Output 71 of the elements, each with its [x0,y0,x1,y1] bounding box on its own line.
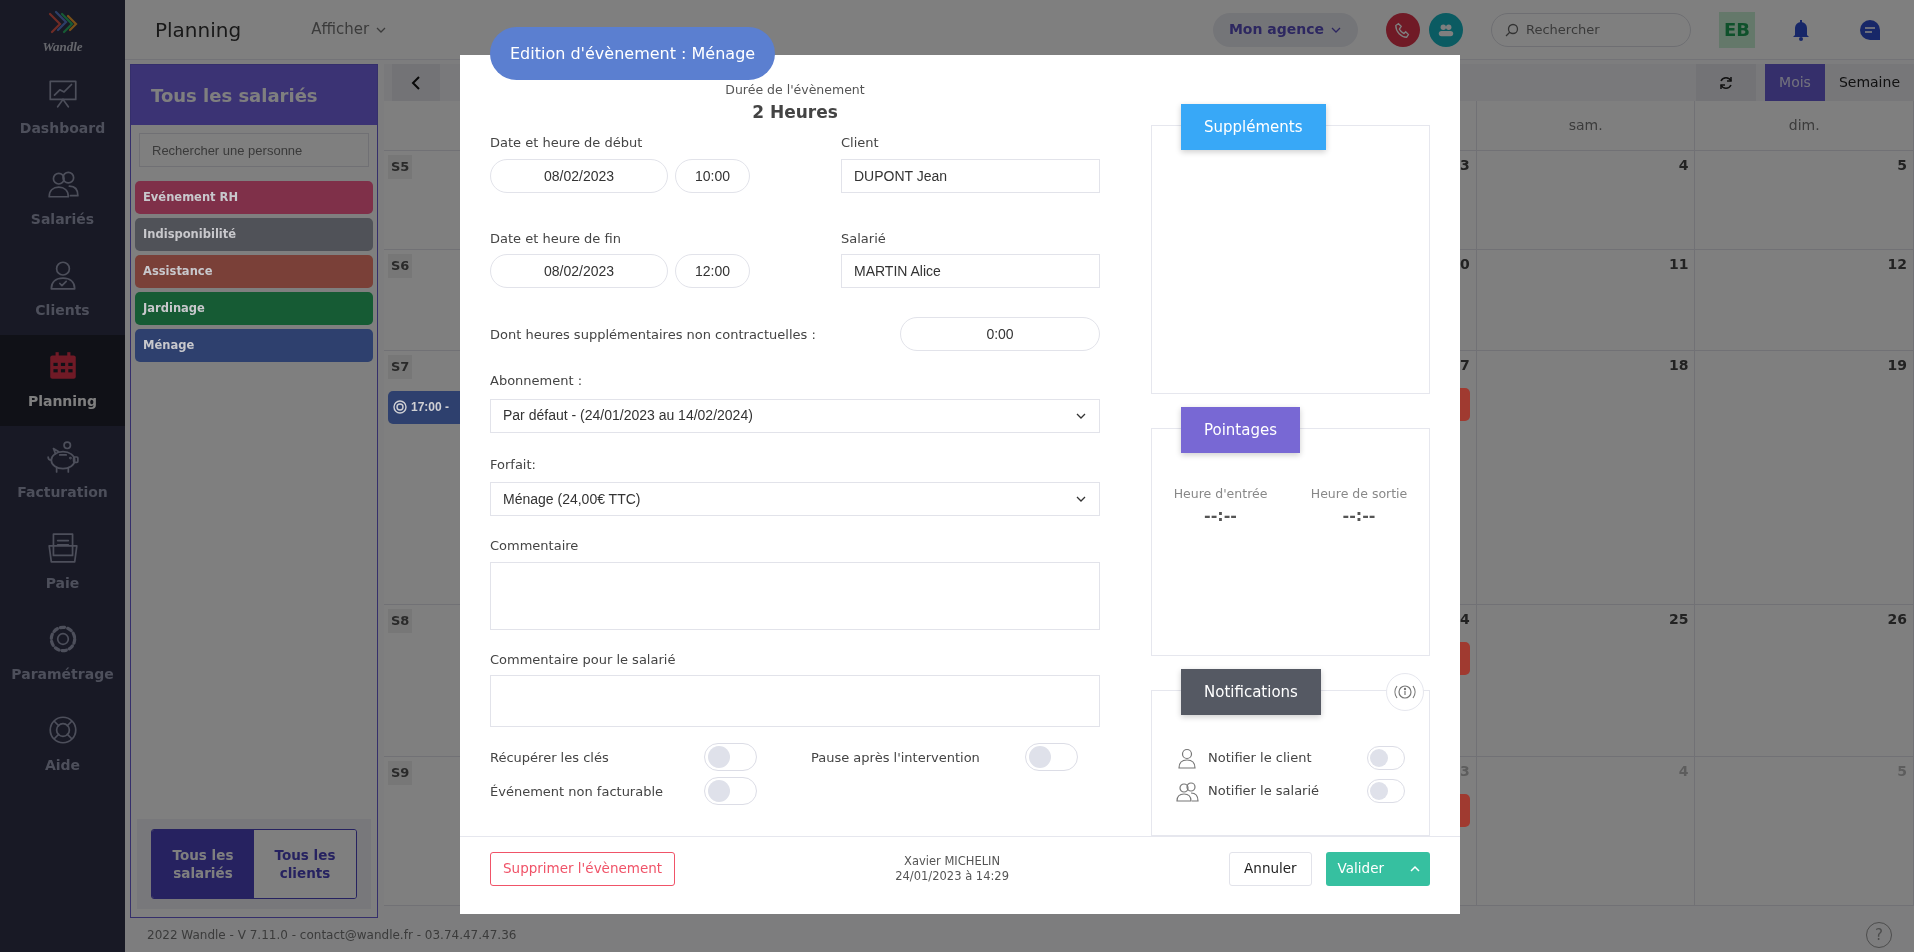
switch-tab[interactable]: Tous les salariés [152,830,254,898]
field-label: Client [841,134,880,153]
field-label: Abonnement : [490,372,584,391]
notification-label: Notifier le salarié [1208,781,1321,800]
toggle-label: Événement non facturable [490,782,665,801]
text-field[interactable]: MARTIN Alice [841,254,1100,289]
field-label: Date et heure de fin [490,229,622,248]
day-number: 11 [1667,255,1689,274]
clock-value: --:-- [1203,504,1238,527]
field-label: Commentaire [490,537,580,556]
field-label: Salarié [841,229,887,248]
week-label: S6 [388,254,413,278]
day-number: 18 [1667,356,1689,375]
agency-menu[interactable]: Mon agence [1212,12,1358,47]
select-field[interactable]: Par défaut - (24/01/2023 au 14/02/2024) [490,398,1100,433]
day-number: 3 [1459,156,1470,175]
time-field[interactable]: 12:00 [675,254,750,289]
week-label: S9 [388,761,413,785]
date-field[interactable]: 08/02/2023 [490,254,668,289]
day-number: 12 [1886,255,1907,274]
day-number: 7 [1459,356,1470,375]
nav-item[interactable]: Planning [0,335,125,426]
field-label: Forfait: [490,455,537,474]
category-item[interactable]: Jardinage [135,292,373,325]
day-number: 19 [1886,356,1907,375]
duration-label: Durée de l'évènement [724,81,866,99]
switch-tab[interactable]: Tous les clients [254,830,356,898]
time-field[interactable]: 10:00 [675,158,750,193]
cancel-button[interactable]: Annuler [1229,851,1312,886]
field-label: Date et heure de début [490,134,644,153]
view-tab[interactable]: Mois [1765,64,1825,101]
day-number: 25 [1667,610,1689,629]
clock-label: Heure de sortie [1310,485,1408,503]
logo-text: Wandle [42,39,83,53]
day-header: dim. [1695,101,1914,151]
clock-value: --:-- [1341,504,1377,527]
toggle-label: Pause après l'intervention [811,748,981,767]
submit-button[interactable]: Valider [1325,851,1400,886]
footer-text: 2022 Wandle - V 7.11.0 - contact@wandle.fr - 03.74.47.47.36 [147,927,517,944]
day-number: 4 [1459,610,1470,629]
week-label: S5 [388,155,413,179]
field-label: Commentaire pour le salarié [490,650,677,669]
day-number: 5 [1896,156,1907,175]
category-item[interactable]: Indisponibilité [135,218,373,251]
category-item[interactable]: Ménage [135,329,373,362]
search-field[interactable]: Rechercher [1491,12,1691,47]
delete-button[interactable]: Supprimer l'évènement [490,851,676,886]
panel-title: Tous les salariés [131,65,377,125]
author-date: 24/01/2023 à 14:29 [894,868,1010,884]
search-field[interactable]: Rechercher une personne [139,133,369,167]
day-number: 0 [1459,255,1470,274]
page-title: Planning [155,16,242,44]
day-header: sam. [1476,101,1696,151]
select-field[interactable]: Ménage (24,00€ TTC) [490,482,1100,517]
day-number: 4 [1677,156,1689,175]
notification-label: Notifier le client [1208,748,1313,767]
week-label: S7 [388,355,413,379]
time-field[interactable]: 0:00 [900,317,1100,352]
date-field[interactable]: 08/02/2023 [490,158,668,193]
toggle-label: Récupérer les clés [490,748,610,767]
text-field[interactable]: DUPONT Jean [841,158,1100,193]
author-name: Xavier MICHELIN [903,853,1002,869]
week-label: S8 [388,609,413,633]
view-menu[interactable]: Afficher [311,18,388,41]
day-number: 26 [1886,610,1907,629]
category-item[interactable]: Evénement RH [135,181,373,214]
duration-value: 2 Heures [751,100,839,124]
field-label: Dont heures supplémentaires non contractuelles : [490,325,816,344]
modal-title: Edition d'évènement : Ménage [490,27,776,80]
category-item[interactable]: Assistance [135,255,373,288]
clock-label: Heure d'entrée [1173,485,1268,503]
